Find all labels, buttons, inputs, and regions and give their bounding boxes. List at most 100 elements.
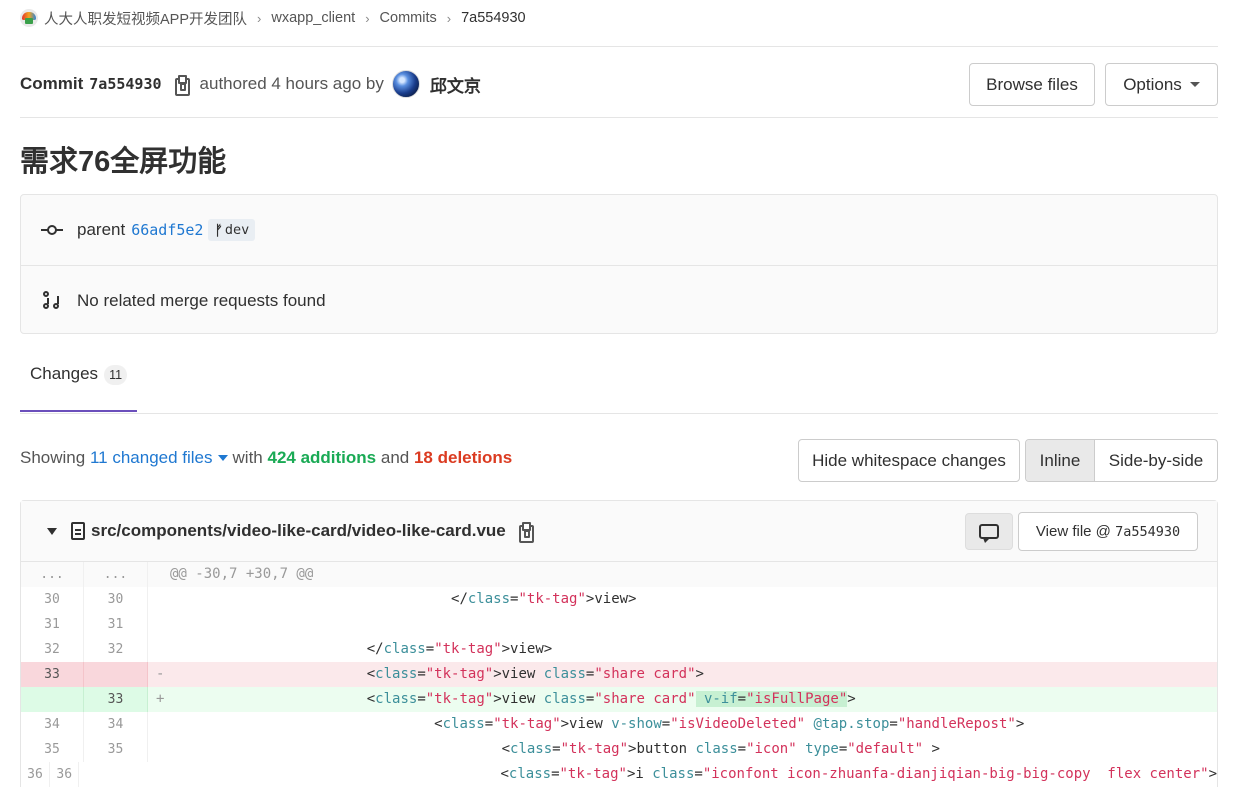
showing-text: Showing [20, 448, 86, 467]
new-line-number[interactable]: 33 [84, 687, 148, 712]
options-button[interactable]: Options [1105, 63, 1218, 106]
diff-code: <class="tk-tag">view v-show="isVideoDele… [164, 716, 1025, 732]
chevron-right-icon: › [365, 10, 370, 26]
no-merge-requests-text: No related merge requests found [77, 290, 326, 310]
diff-line: 35 35 <class="tk-tag">button class="icon"… [21, 737, 1217, 762]
diff-line: 31 31 [21, 612, 1217, 637]
old-line-number[interactable]: 33 [21, 662, 84, 687]
chevron-right-icon: › [257, 10, 262, 26]
old-line-number[interactable]: ... [21, 562, 84, 587]
options-label: Options [1123, 74, 1182, 94]
author-name[interactable]: 邱文京 [430, 72, 481, 97]
divider [20, 46, 1218, 47]
merge-requests-row: No related merge requests found [21, 265, 1217, 335]
browse-files-button[interactable]: Browse files [969, 63, 1095, 106]
new-line-number[interactable] [84, 662, 148, 687]
old-line-number[interactable]: 34 [21, 712, 84, 737]
new-line-number[interactable]: 30 [84, 587, 148, 612]
caret-down-icon [1189, 82, 1200, 87]
diff-code: </class="tk-tag">view> [164, 591, 637, 607]
commit-header: Commit 7a554930 authored 4 hours ago by … [20, 70, 481, 98]
parent-label: parent [77, 220, 126, 239]
diff-line: ...... @@ -30,7 +30,7 @@ [21, 562, 1217, 587]
commit-info-box: parent 66adf5e2 ᚠ dev No related merge r… [20, 194, 1218, 334]
diff-line: 36 36 <class="tk-tag">i class="iconfont i… [21, 762, 1217, 787]
hide-whitespace-button[interactable]: Hide whitespace changes [798, 439, 1020, 482]
diff-code: <class="tk-tag">button class="icon" type… [164, 741, 940, 757]
old-line-number[interactable]: 32 [21, 637, 84, 662]
hide-whitespace-label: Hide whitespace changes [812, 450, 1006, 470]
breadcrumb-group[interactable]: 人大人职发短视频APP开发团队 [44, 8, 247, 29]
commit-sha: 7a554930 [89, 75, 162, 93]
tab-changes-count: 11 [104, 365, 128, 385]
parent-sha-link[interactable]: 66adf5e2 [131, 221, 203, 239]
diff-code: - <class="tk-tag">view class="share card… [156, 666, 704, 682]
authored-text: authored 4 hours ago by [199, 74, 384, 93]
tab-changes[interactable]: Changes 11 [20, 364, 137, 412]
chevron-right-icon: › [446, 10, 452, 26]
branch-badge[interactable]: ᚠ dev [208, 219, 256, 241]
view-file-label: View file @ [1035, 523, 1111, 540]
diff-code [148, 612, 1217, 637]
new-line-number[interactable]: 32 [84, 637, 148, 662]
old-line-number[interactable]: 36 [21, 762, 50, 787]
view-file-button[interactable]: View file @ 7a554930 [1018, 512, 1198, 551]
diff-summary: Showing 11 changed files with 424 additio… [20, 448, 512, 468]
old-line-number[interactable] [21, 687, 84, 712]
file-header[interactable]: src/components/video-like-card/video-lik… [21, 501, 1217, 562]
old-line-number[interactable]: 31 [21, 612, 84, 637]
diff-code: <class="tk-tag">i class="iconfont icon-z… [95, 766, 1217, 782]
browse-files-label: Browse files [986, 74, 1078, 94]
diff-line: 32 32 </class="tk-tag">view> [21, 637, 1217, 662]
diff-code: + <class="tk-tag">view class="share card… [156, 691, 856, 707]
toggle-comments-button[interactable] [965, 513, 1013, 550]
side-by-side-view-button[interactable]: Side-by-side [1095, 440, 1217, 481]
new-line-number[interactable]: 31 [84, 612, 148, 637]
old-line-number[interactable]: 35 [21, 737, 84, 762]
group-logo-icon[interactable] [20, 9, 38, 27]
diff-line: 33 - <class="tk-tag">view class="share ca… [21, 662, 1217, 687]
tab-changes-label: Changes [30, 364, 99, 383]
diff-line: 34 34 <class="tk-tag">view v-show="isVide… [21, 712, 1217, 737]
new-line-number[interactable]: 36 [50, 762, 80, 787]
file-path[interactable]: src/components/video-like-card/video-lik… [91, 521, 506, 541]
inline-view-button[interactable]: Inline [1026, 440, 1095, 481]
clipboard-icon[interactable] [174, 75, 190, 96]
additions-count: 424 additions [267, 448, 377, 467]
deletions-count: 18 deletions [413, 448, 513, 467]
branch-name: dev [224, 222, 250, 238]
changed-files-link[interactable]: 11 changed files [90, 448, 213, 468]
new-line-number[interactable]: ... [84, 562, 148, 587]
diff-body: ...... @@ -30,7 +30,7 @@ 30 30 </class="tk-… [21, 562, 1217, 787]
commit-label: Commit [20, 74, 84, 93]
avatar[interactable] [391, 70, 420, 98]
commit-node-icon [41, 224, 63, 236]
breadcrumb: 人大人职发短视频APP开发团队 › wxapp_client › Commits… [20, 8, 526, 28]
divider [20, 117, 1218, 118]
file-icon [71, 522, 85, 540]
breadcrumb-commits[interactable]: Commits [380, 10, 437, 26]
breadcrumb-current[interactable]: 7a554930 [461, 10, 526, 26]
diff-code: </class="tk-tag">view> [164, 641, 553, 657]
view-file-sha: 7a554930 [1115, 523, 1181, 540]
breadcrumb-project[interactable]: wxapp_client [271, 10, 355, 26]
side-by-side-label: Side-by-side [1108, 450, 1204, 470]
diff-line: 33 + <class="tk-tag">view class="share ca… [21, 687, 1217, 712]
new-line-number[interactable]: 34 [84, 712, 148, 737]
chevron-down-icon[interactable] [47, 527, 57, 535]
diff-line: 30 30 </class="tk-tag">view> [21, 587, 1217, 612]
inline-label: Inline [1039, 450, 1081, 470]
comment-icon [979, 524, 999, 543]
new-line-number[interactable]: 35 [84, 737, 148, 762]
merge-request-icon [41, 290, 63, 312]
caret-down-icon[interactable] [217, 455, 228, 461]
with-text: with [232, 448, 263, 467]
clipboard-icon[interactable] [518, 522, 534, 543]
diff-view-toggle: Inline Side-by-side [1025, 439, 1218, 482]
diff-code: @@ -30,7 +30,7 @@ [170, 566, 314, 582]
parent-row: parent 66adf5e2 ᚠ dev [21, 195, 1217, 265]
old-line-number[interactable]: 30 [21, 587, 84, 612]
branch-icon: ᚠ [214, 222, 223, 238]
divider [20, 413, 1218, 414]
commit-title: 需求76全屏功能 [20, 146, 227, 178]
